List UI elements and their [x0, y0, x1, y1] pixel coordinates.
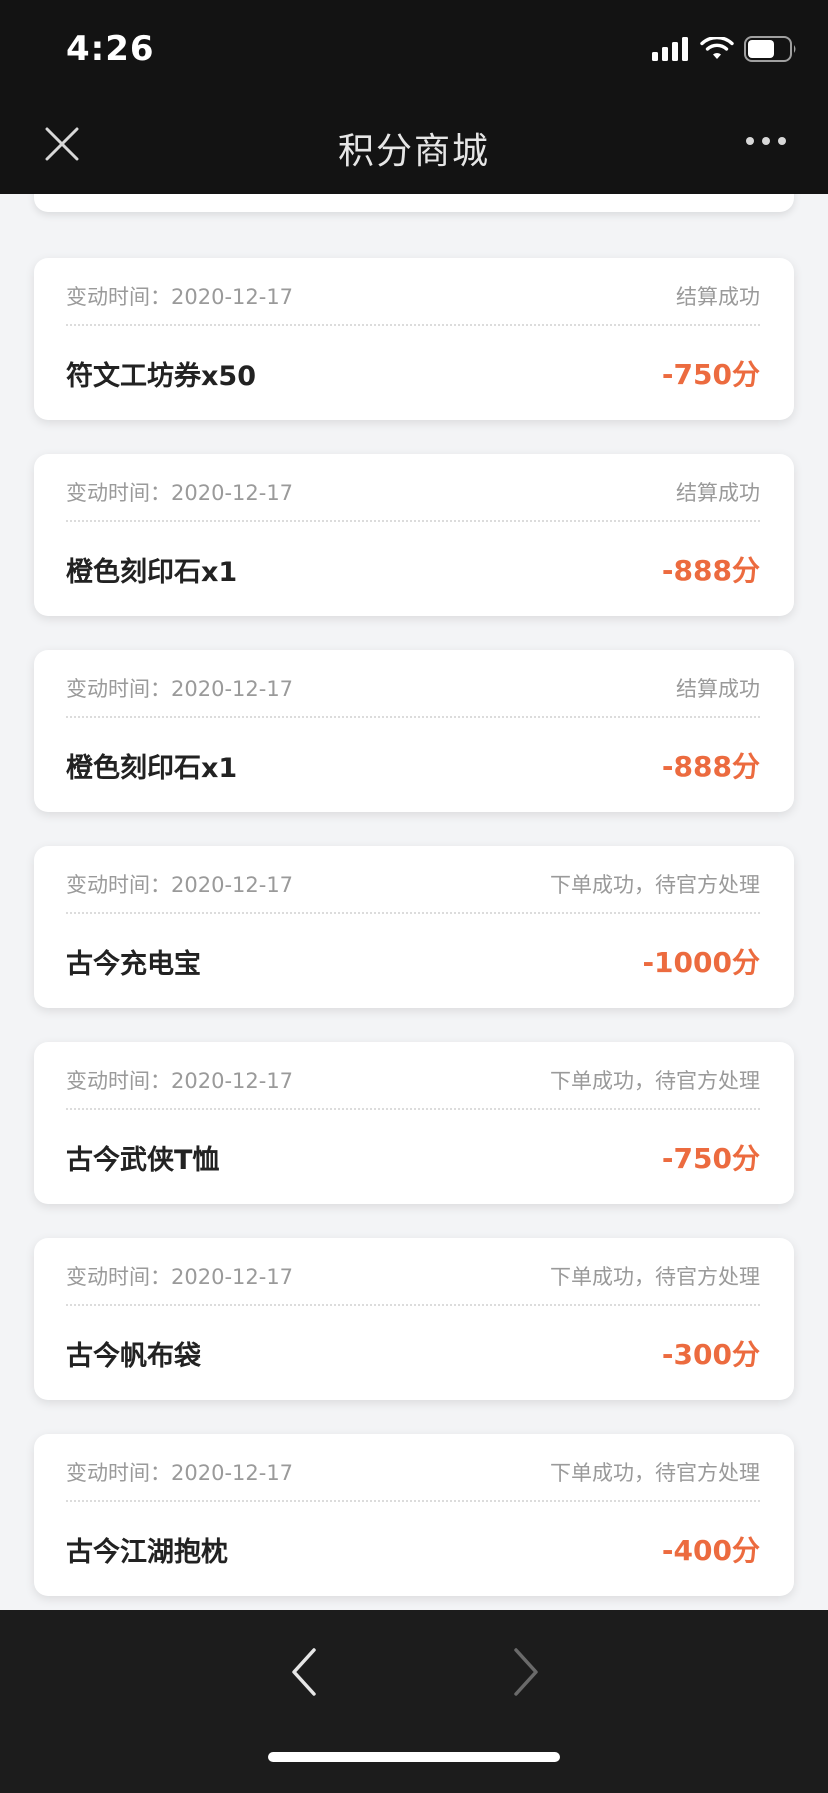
record-card: 变动时间：2020-12-17 下单成功，待官方处理 古今武侠T恤 -750分	[34, 1042, 794, 1204]
record-time: 变动时间：2020-12-17	[66, 285, 294, 309]
record-points: -400分	[661, 1534, 760, 1567]
record-points: -300分	[661, 1338, 760, 1371]
record-card: 变动时间：2020-12-17 结算成功 符文工坊券x50 -750分	[34, 258, 794, 420]
record-item-name: 橙色刻印石x1	[66, 556, 238, 588]
home-indicator[interactable]	[268, 1752, 560, 1762]
record-card: 变动时间：2020-12-17 结算成功 橙色刻印石x1 -888分	[34, 650, 794, 812]
card-divider	[66, 912, 760, 914]
record-time: 变动时间：2020-12-17	[66, 1069, 294, 1093]
battery-icon	[744, 36, 796, 62]
card-divider	[66, 324, 760, 326]
card-divider	[66, 520, 760, 522]
record-card: 变动时间：2020-12-17 下单成功，待官方处理 古今充电宝 -1000分	[34, 846, 794, 1008]
records-list[interactable]: 变动时间：2020-12-17 结算成功 符文工坊券x50 -750分 变动时间…	[0, 194, 828, 1610]
record-card: 变动时间：2020-12-17 下单成功，待官方处理 古今江湖抱枕 -400分	[34, 1434, 794, 1596]
card-divider	[66, 716, 760, 718]
status-icons	[652, 36, 798, 62]
record-status: 下单成功，待官方处理	[550, 1461, 760, 1485]
status-time: 4:26	[66, 29, 155, 69]
chevron-left-icon[interactable]	[284, 1644, 324, 1700]
record-item-name: 古今武侠T恤	[66, 1144, 220, 1176]
record-card-partial	[34, 194, 794, 212]
record-points: -750分	[661, 358, 760, 391]
record-status: 结算成功	[676, 481, 760, 505]
record-time: 变动时间：2020-12-17	[66, 1265, 294, 1289]
record-card: 变动时间：2020-12-17 结算成功 橙色刻印石x1 -888分	[34, 454, 794, 616]
record-status: 结算成功	[676, 677, 760, 701]
record-status: 下单成功，待官方处理	[550, 1069, 760, 1093]
cellular-signal-icon	[652, 37, 688, 61]
record-status: 下单成功，待官方处理	[550, 873, 760, 897]
record-points: -888分	[661, 750, 760, 783]
record-item-name: 符文工坊券x50	[66, 360, 256, 392]
wifi-icon	[700, 37, 734, 59]
record-time: 变动时间：2020-12-17	[66, 873, 294, 897]
record-points: -888分	[661, 554, 760, 587]
card-divider	[66, 1500, 760, 1502]
record-points: -1000分	[642, 946, 760, 979]
chevron-right-icon[interactable]	[506, 1644, 546, 1700]
more-dots-icon[interactable]	[744, 134, 788, 148]
record-status: 结算成功	[676, 285, 760, 309]
record-status: 下单成功，待官方处理	[550, 1265, 760, 1289]
record-time: 变动时间：2020-12-17	[66, 677, 294, 701]
record-time: 变动时间：2020-12-17	[66, 1461, 294, 1485]
card-divider	[66, 1108, 760, 1110]
record-item-name: 古今江湖抱枕	[66, 1536, 228, 1568]
record-time: 变动时间：2020-12-17	[66, 481, 294, 505]
record-item-name: 古今帆布袋	[66, 1340, 201, 1372]
card-divider	[66, 1304, 760, 1306]
status-bar: 4:26	[0, 0, 828, 94]
nav-bar: 积分商城	[0, 94, 828, 194]
record-item-name: 橙色刻印石x1	[66, 752, 238, 784]
record-card: 变动时间：2020-12-17 下单成功，待官方处理 古今帆布袋 -300分	[34, 1238, 794, 1400]
record-points: -750分	[661, 1142, 760, 1175]
page-title: 积分商城	[337, 131, 490, 172]
bottom-toolbar	[0, 1610, 828, 1793]
record-item-name: 古今充电宝	[66, 948, 201, 980]
